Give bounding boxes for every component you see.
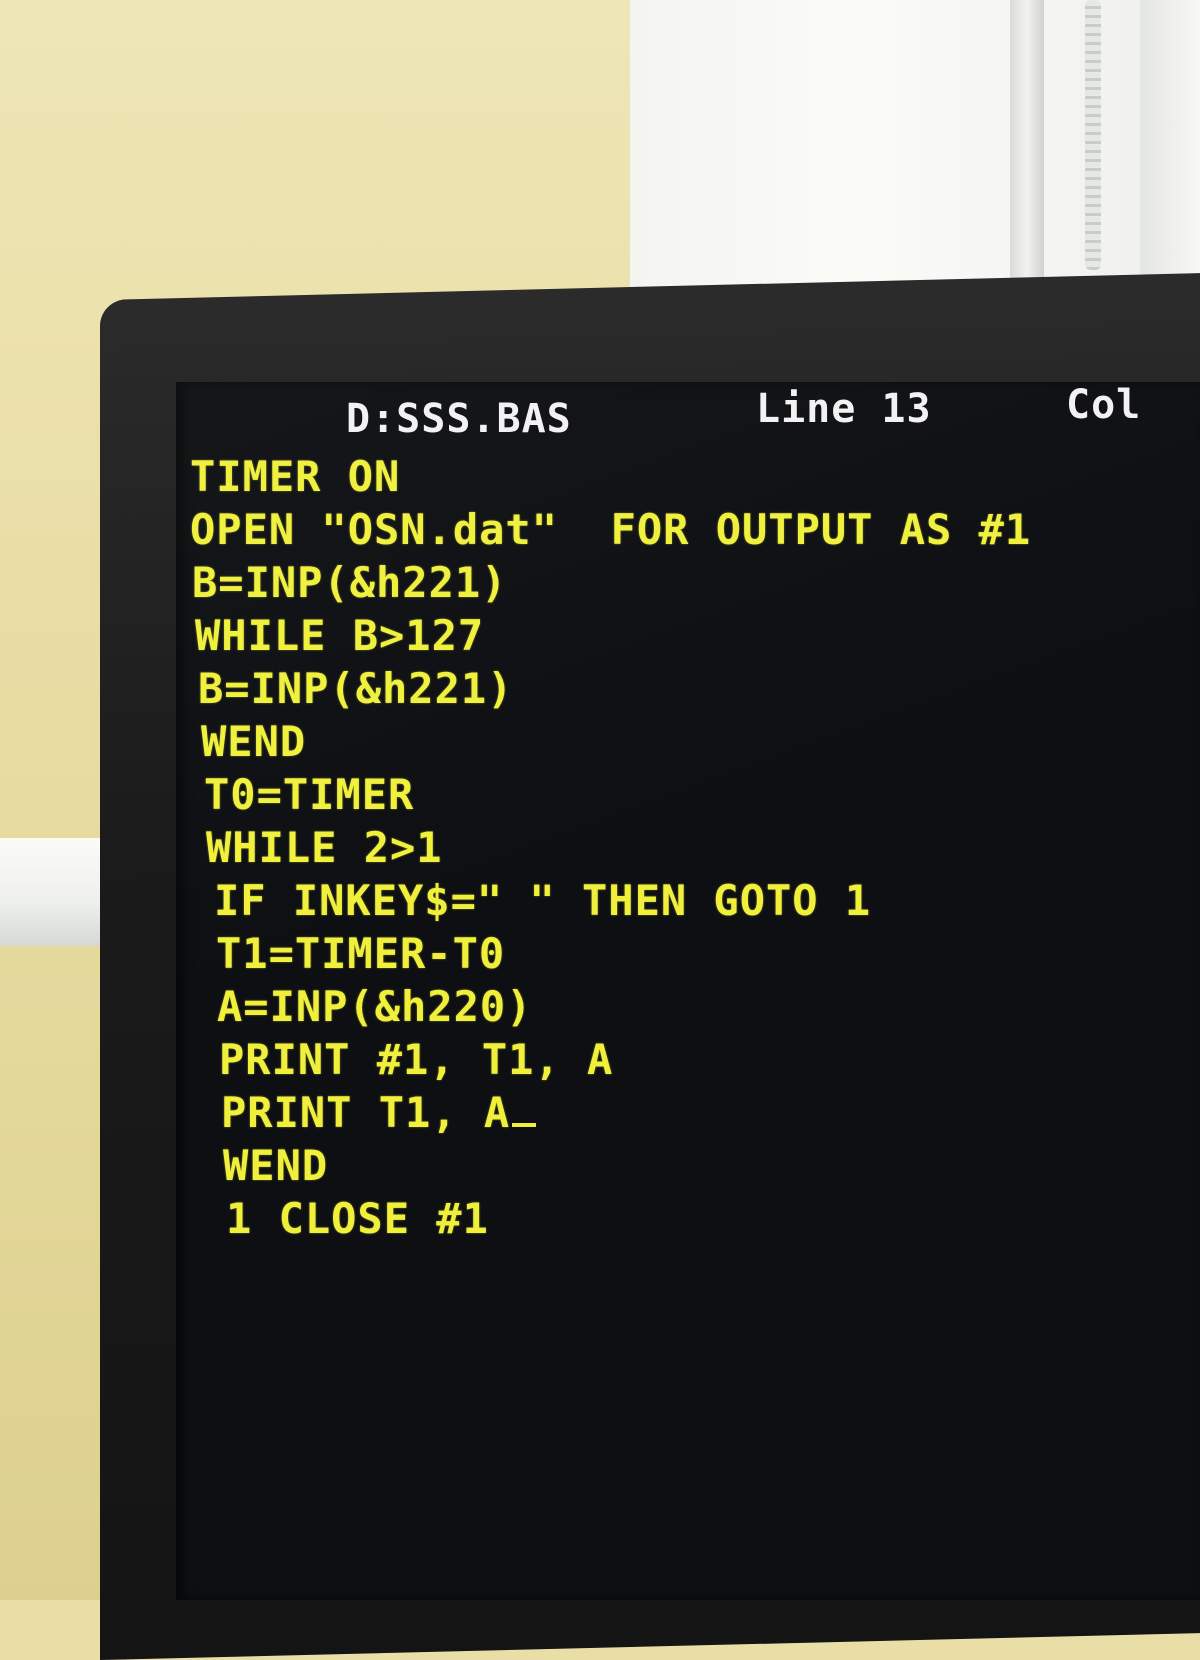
code-line[interactable]: WEND [201,715,1200,768]
code-line[interactable]: B=INP(&h221) [198,662,1198,715]
code-line[interactable]: WHILE 2>1 [206,821,1200,874]
code-line[interactable]: IF INKEY$=" " THEN GOTO 1 [214,874,1200,927]
current-line-text: PRINT T1, A [221,1088,511,1137]
editor-status-bar: D:SSS.BAS Line 13 Col [176,382,1200,446]
window-background [630,0,1200,315]
code-line[interactable]: B=INP(&h221) [192,556,1192,609]
code-line[interactable]: WHILE B>127 [195,609,1195,662]
code-editor-area[interactable]: TIMER ON OPEN "OSN.dat" FOR OUTPUT AS #1… [190,450,1190,1245]
status-column: Col [1066,382,1142,428]
editor-screen[interactable]: D:SSS.BAS Line 13 Col TIMER ON OPEN "OSN… [176,382,1200,1600]
blind-cord [1085,0,1101,270]
code-line[interactable]: T1=TIMER-T0 [216,927,1200,980]
code-line-current[interactable]: PRINT T1, A [221,1086,1200,1139]
code-line[interactable]: OPEN "OSN.dat" FOR OUTPUT AS #1 [190,503,1190,556]
status-line-number: Line 13 [756,386,932,432]
code-line[interactable]: WEND [223,1139,1200,1192]
status-filename: D:SSS.BAS [346,396,572,442]
text-cursor [512,1123,537,1127]
code-line[interactable]: T0=TIMER [204,768,1200,821]
code-line[interactable]: A=INP(&h220) [217,980,1200,1033]
code-line[interactable]: PRINT #1, T1, A [219,1033,1200,1086]
window-right-frame [1140,0,1200,290]
code-line[interactable]: TIMER ON [190,450,1190,503]
code-line[interactable]: 1 CLOSE #1 [226,1192,1200,1245]
window-frame [1010,0,1044,300]
